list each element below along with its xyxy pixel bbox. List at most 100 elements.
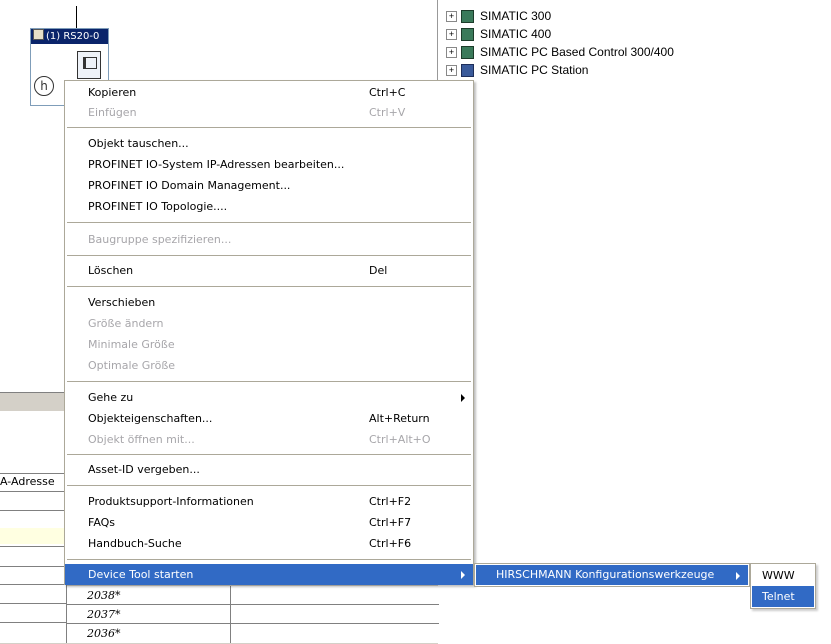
submenu-hirschmann: WWW Telnet — [750, 563, 816, 609]
menu-item-shortcut: Ctrl+V — [369, 106, 406, 119]
menu-item-label: PROFINET IO Domain Management... — [88, 179, 291, 192]
menu-item-delete[interactable]: Löschen Del — [65, 260, 473, 281]
table-divider — [0, 622, 66, 623]
submenu-arrow-icon — [736, 572, 740, 580]
menu-separator — [67, 454, 471, 455]
station-title-label: (1) RS20-0 — [46, 31, 100, 42]
submenu-tools: HIRSCHMANN Konfigurationswerkzeuge — [474, 563, 750, 587]
menu-item-label: Objekt öffnen mit... — [88, 433, 195, 446]
table-row[interactable] — [0, 528, 66, 544]
expand-icon[interactable]: + — [446, 29, 457, 41]
detail-table-column — [0, 411, 67, 643]
table-cell[interactable]: 2037* — [87, 608, 121, 621]
expand-icon[interactable]: + — [446, 11, 457, 23]
column-header-address[interactable]: A-Adresse — [0, 474, 66, 490]
menu-item-profinet-topology[interactable]: PROFINET IO Topologie.... — [65, 196, 473, 217]
menu-item-shortcut: Ctrl+F6 — [369, 537, 412, 550]
menu-item-label: Handbuch-Suche — [88, 537, 182, 550]
menu-item-faqs[interactable]: FAQs Ctrl+F7 — [65, 512, 473, 533]
menu-item-paste[interactable]: Einfügen Ctrl+V — [65, 102, 473, 123]
pc-station-icon — [461, 64, 474, 78]
tree-item-label: SIMATIC PC Station — [480, 63, 589, 77]
hirschmann-badge-icon: h — [34, 76, 54, 96]
menu-item-label: Einfügen — [88, 106, 137, 119]
menu-item-label: Objekteigenschaften... — [88, 412, 213, 425]
menu-separator — [67, 381, 471, 382]
table-divider — [67, 604, 439, 605]
menu-item-label: Löschen — [88, 264, 134, 277]
menu-item-label: Gehe zu — [88, 391, 134, 404]
table-divider — [0, 546, 66, 547]
menu-item-label: Verschieben — [88, 296, 156, 309]
menu-item-shortcut: Ctrl+Alt+O — [369, 433, 431, 446]
menu-item-label: Kopieren — [88, 86, 137, 99]
table-divider — [0, 566, 66, 567]
submenu-arrow-icon — [461, 394, 465, 402]
table-cell[interactable]: 2038* — [87, 589, 121, 602]
menu-separator — [67, 485, 471, 486]
simatic-rack-icon — [461, 10, 474, 24]
menu-item-label: Device Tool starten — [88, 568, 194, 581]
submenu-arrow-icon — [461, 571, 465, 579]
context-menu: Kopieren Ctrl+C Einfügen Ctrl+V Objekt tau… — [64, 80, 474, 585]
tree-item-label: SIMATIC 400 — [480, 27, 552, 41]
menu-item-label: HIRSCHMANN Konfigurationswerkzeuge — [496, 568, 715, 581]
menu-item-shortcut: Ctrl+F7 — [369, 516, 412, 529]
menu-item-profinet-domain[interactable]: PROFINET IO Domain Management... — [65, 175, 473, 196]
menu-separator — [67, 286, 471, 287]
table-column-divider — [230, 586, 231, 643]
expand-icon[interactable]: + — [446, 65, 457, 77]
menu-item-replace-object[interactable]: Objekt tauschen... — [65, 133, 473, 154]
menu-item-opt-size[interactable]: Optimale Größe — [65, 355, 473, 376]
menu-item-manual-search[interactable]: Handbuch-Suche Ctrl+F6 — [65, 533, 473, 554]
menu-item-device-tool[interactable]: Device Tool starten — [65, 564, 473, 585]
menu-item-copy[interactable]: Kopieren Ctrl+C — [65, 82, 473, 103]
table-divider — [0, 603, 66, 604]
menu-item-label: PROFINET IO Topologie.... — [88, 200, 228, 213]
menu-item-shortcut: Alt+Return — [369, 412, 430, 425]
station-icon — [33, 29, 44, 40]
menu-item-label: Asset-ID vergeben... — [88, 463, 200, 476]
table-divider — [0, 491, 66, 492]
menu-item-www[interactable]: WWW — [752, 565, 814, 586]
tree-item-simatic-pc-station[interactable]: + SIMATIC PC Station — [446, 62, 588, 79]
table-divider — [67, 623, 439, 624]
menu-item-asset-id[interactable]: Asset-ID vergeben... — [65, 459, 473, 480]
tree-item-label: SIMATIC 300 — [480, 9, 552, 23]
menu-item-min-size[interactable]: Minimale Größe — [65, 334, 473, 355]
table-divider — [0, 584, 66, 585]
tree-item-simatic-300[interactable]: + SIMATIC 300 — [446, 8, 551, 25]
menu-item-label: Baugruppe spezifizieren... — [88, 233, 232, 246]
menu-separator — [67, 255, 471, 256]
menu-item-label: Objekt tauschen... — [88, 137, 189, 150]
station-title: (1) RS20-0 — [31, 29, 108, 44]
menu-item-open-with[interactable]: Objekt öffnen mit... Ctrl+Alt+O — [65, 429, 473, 450]
menu-item-hirschmann-tools[interactable]: HIRSCHMANN Konfigurationswerkzeuge — [476, 565, 748, 585]
menu-item-product-support[interactable]: Produktsupport-Informationen Ctrl+F2 — [65, 491, 473, 512]
connection-line — [76, 6, 77, 28]
menu-item-label: Größe ändern — [88, 317, 164, 330]
tree-item-simatic-pc-based[interactable]: + SIMATIC PC Based Control 300/400 — [446, 44, 674, 61]
menu-item-shortcut: Ctrl+F2 — [369, 495, 412, 508]
menu-item-resize[interactable]: Größe ändern — [65, 313, 473, 334]
menu-item-label: PROFINET IO-System IP-Adressen bearbeite… — [88, 158, 345, 171]
menu-item-profinet-ip[interactable]: PROFINET IO-System IP-Adressen bearbeite… — [65, 154, 473, 175]
menu-item-move[interactable]: Verschieben — [65, 292, 473, 313]
tree-item-simatic-400[interactable]: + SIMATIC 400 — [446, 26, 551, 43]
menu-item-label: Minimale Größe — [88, 338, 175, 351]
expand-icon[interactable]: + — [446, 47, 457, 59]
simatic-rack-icon — [461, 28, 474, 42]
table-divider — [0, 510, 66, 511]
menu-item-shortcut: Ctrl+C — [369, 86, 406, 99]
menu-item-telnet[interactable]: Telnet — [752, 586, 814, 607]
table-cell[interactable]: 2036* — [87, 627, 121, 640]
menu-item-properties[interactable]: Objekteigenschaften... Alt+Return — [65, 408, 473, 429]
menu-item-shortcut: Del — [369, 264, 388, 277]
tree-item-label: SIMATIC PC Based Control 300/400 — [480, 45, 674, 59]
menu-item-label: FAQs — [88, 516, 116, 529]
menu-item-goto[interactable]: Gehe zu — [65, 387, 473, 408]
simatic-rack-icon — [461, 46, 474, 60]
device-icon — [77, 51, 101, 79]
menu-item-specify-module[interactable]: Baugruppe spezifizieren... — [65, 229, 473, 250]
menu-separator — [67, 127, 471, 128]
